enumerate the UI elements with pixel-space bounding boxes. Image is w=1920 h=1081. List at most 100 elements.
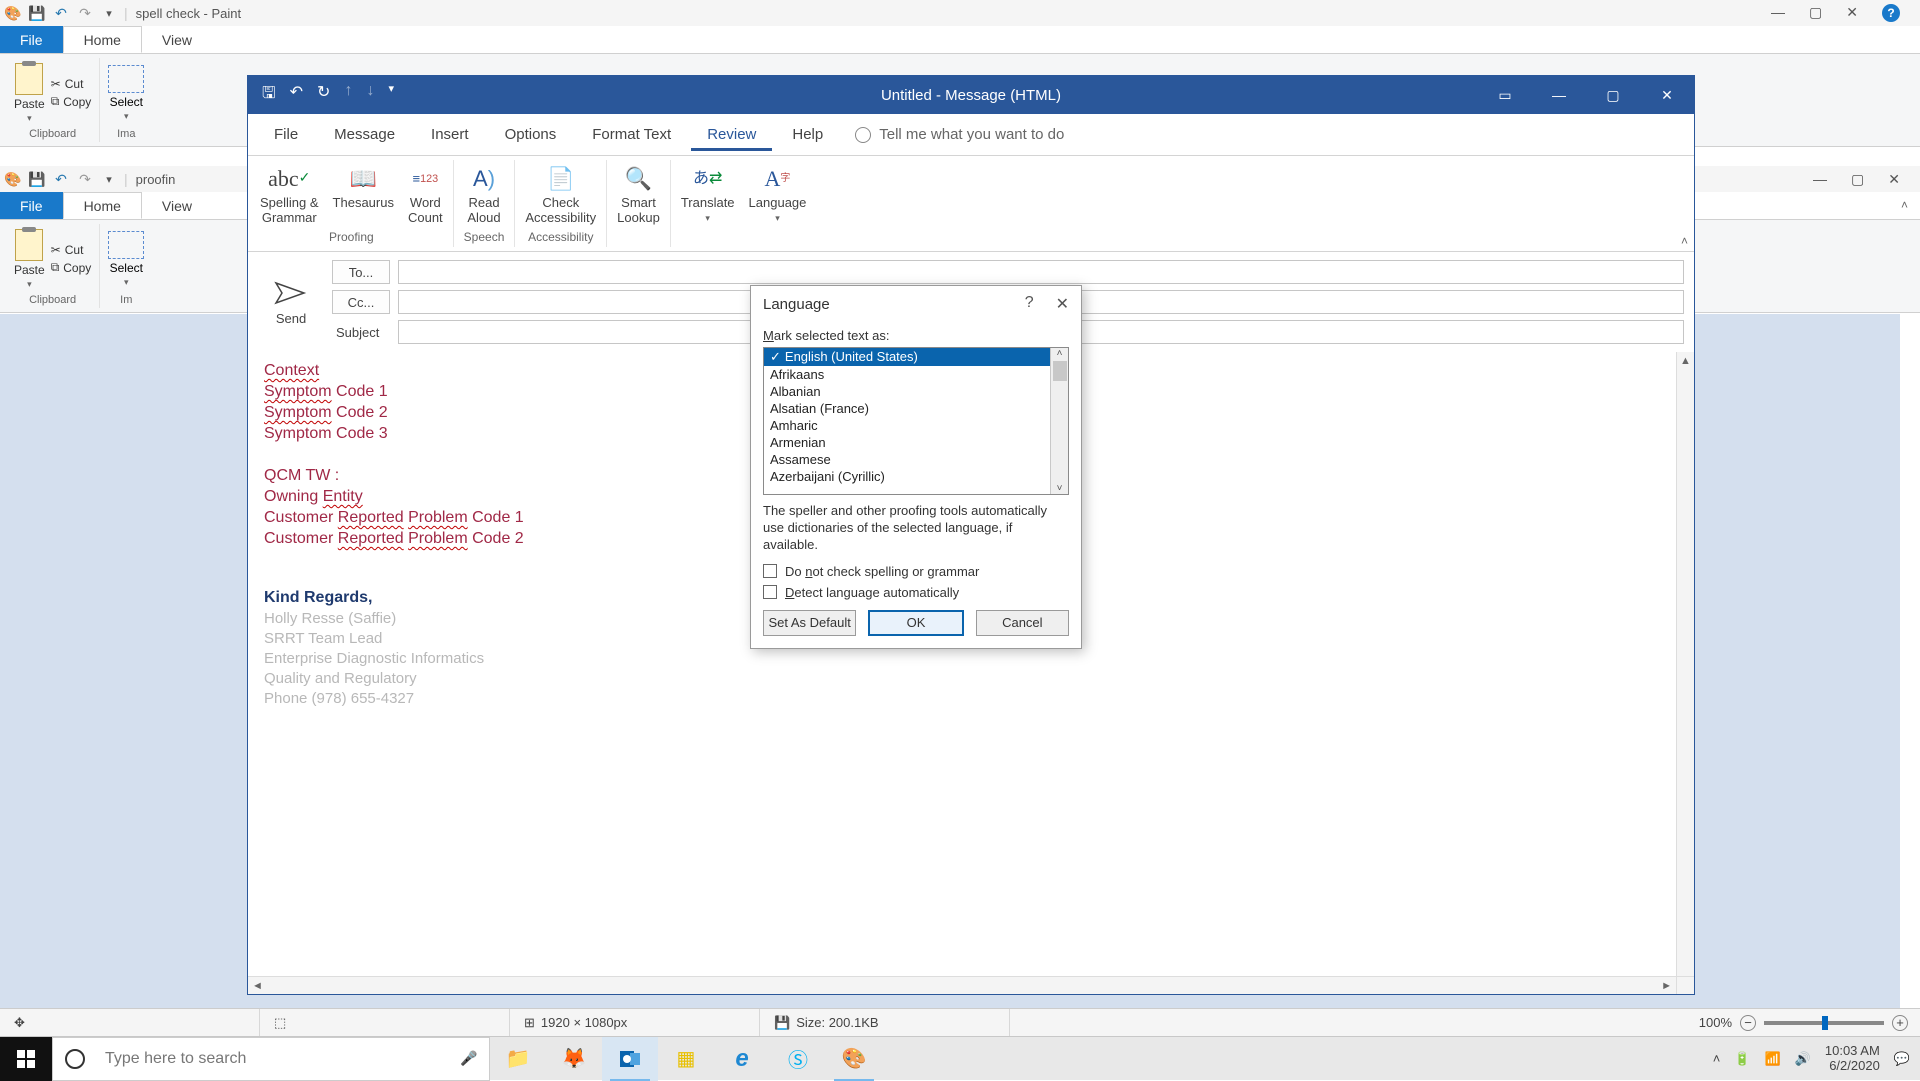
ok-button[interactable]: OK: [868, 610, 963, 636]
spelling-grammar-button[interactable]: abc✓ Spelling & Grammar: [260, 164, 319, 226]
ribbon-collapse-icon[interactable]: ˄: [1889, 192, 1920, 219]
language-item[interactable]: Afrikaans: [764, 366, 1050, 383]
taskbar-search[interactable]: Type here to search 🎤: [52, 1037, 490, 1081]
to-button[interactable]: To...: [332, 260, 390, 284]
outlook-icon[interactable]: [602, 1037, 658, 1081]
tab-message[interactable]: Message: [318, 118, 411, 151]
cut-button[interactable]: ✂Cut: [51, 77, 92, 91]
scroll-right-icon[interactable]: ►: [1661, 980, 1672, 992]
zoom-out-icon[interactable]: −: [1740, 1015, 1756, 1031]
zoom-control[interactable]: 100% − +: [1699, 1015, 1920, 1031]
paint-tab-home[interactable]: Home: [63, 26, 142, 53]
translate-button[interactable]: あ⇄ Translate ▾: [681, 164, 735, 223]
qat-dropdown-icon[interactable]: ▾: [100, 170, 118, 188]
redo-icon[interactable]: ↷: [76, 4, 94, 22]
qat-dropdown-icon[interactable]: ▾: [100, 4, 118, 22]
redo-icon[interactable]: ↷: [76, 170, 94, 188]
select-button[interactable]: Select ▾: [108, 65, 144, 122]
language-item[interactable]: Amharic: [764, 417, 1050, 434]
qat-customize-icon[interactable]: ▾: [388, 82, 394, 109]
sticky-notes-icon[interactable]: ▦: [658, 1037, 714, 1081]
paint-tab-file[interactable]: File: [0, 26, 63, 53]
paste-button[interactable]: Paste ▾: [14, 63, 45, 124]
language-item[interactable]: Assamese: [764, 451, 1050, 468]
paint2-tab-file[interactable]: File: [0, 192, 63, 219]
language-item[interactable]: Azerbaijani (Cyrillic): [764, 468, 1050, 485]
word-count-button[interactable]: ≡123 Word Count: [408, 164, 443, 226]
smart-lookup-button[interactable]: 🔍 Smart Lookup: [617, 164, 660, 226]
volume-icon[interactable]: 🔊: [1795, 1051, 1811, 1067]
paint-icon[interactable]: 🎨: [826, 1037, 882, 1081]
outlook-hscrollbar[interactable]: ◄ ►: [248, 976, 1676, 994]
language-button[interactable]: A字 Language ▾: [749, 164, 807, 223]
cancel-button[interactable]: Cancel: [976, 610, 1069, 636]
scroll-left-icon[interactable]: ◄: [252, 980, 263, 992]
undo-icon[interactable]: ↶: [52, 170, 70, 188]
tab-file[interactable]: File: [258, 118, 314, 151]
read-aloud-button[interactable]: A) Read Aloud: [467, 164, 501, 226]
thesaurus-button[interactable]: 📖 Thesaurus: [333, 164, 394, 211]
zoom-in-icon[interactable]: +: [1892, 1015, 1908, 1031]
battery-icon[interactable]: 🔋: [1734, 1051, 1750, 1067]
paint2-tab-home[interactable]: Home: [63, 192, 142, 219]
microphone-icon[interactable]: 🎤: [449, 1050, 489, 1067]
help-icon[interactable]: ?: [1882, 4, 1900, 22]
save-icon[interactable]: 🖫: [262, 82, 276, 109]
ribbon-options-icon[interactable]: ▭: [1478, 76, 1532, 114]
maximize-icon[interactable]: ▢: [1851, 171, 1864, 188]
paste-button[interactable]: Paste ▾: [14, 229, 45, 290]
tell-me-search[interactable]: Tell me what you want to do: [855, 126, 1064, 143]
tab-format-text[interactable]: Format Text: [576, 118, 687, 151]
maximize-icon[interactable]: ▢: [1809, 4, 1822, 22]
close-icon[interactable]: ✕: [1888, 171, 1900, 188]
wifi-icon[interactable]: 📶: [1765, 1051, 1781, 1067]
copy-button[interactable]: ⧉Copy: [51, 260, 92, 275]
scroll-up-icon[interactable]: ▲: [1677, 352, 1694, 370]
maximize-icon[interactable]: ▢: [1586, 76, 1640, 114]
language-item[interactable]: Alsatian (France): [764, 400, 1050, 417]
up-arrow-icon[interactable]: ↑: [344, 82, 352, 109]
save-icon[interactable]: 💾: [28, 170, 46, 188]
minimize-icon[interactable]: —: [1771, 4, 1785, 22]
language-item[interactable]: Albanian: [764, 383, 1050, 400]
cc-button[interactable]: Cc...: [332, 290, 390, 314]
body-vscrollbar[interactable]: ▲: [1676, 352, 1694, 976]
undo-icon[interactable]: ↶: [52, 4, 70, 22]
detect-language-checkbox[interactable]: Detect language automatically: [763, 585, 1069, 600]
redo-icon[interactable]: ↻: [317, 82, 330, 109]
minimize-icon[interactable]: —: [1532, 76, 1586, 114]
tab-options[interactable]: Options: [489, 118, 573, 151]
cut-button[interactable]: ✂Cut: [51, 243, 92, 257]
language-dialog-titlebar[interactable]: Language ? ✕: [751, 286, 1081, 322]
set-default-button[interactable]: Set As Default: [763, 610, 856, 636]
language-listbox[interactable]: ✓English (United States) Afrikaans Alban…: [763, 347, 1069, 495]
tab-review[interactable]: Review: [691, 118, 772, 151]
notifications-icon[interactable]: 💬: [1894, 1051, 1910, 1067]
send-button[interactable]: Send: [258, 260, 324, 344]
paint2-tab-view[interactable]: View: [142, 192, 212, 219]
close-icon[interactable]: ✕: [1846, 4, 1858, 22]
taskbar-clock[interactable]: 10:03 AM 6/2/2020: [1825, 1044, 1880, 1074]
skype-icon[interactable]: Ⓢ: [770, 1037, 826, 1081]
tab-insert[interactable]: Insert: [415, 118, 485, 151]
undo-icon[interactable]: ↶: [290, 82, 303, 109]
to-field[interactable]: [398, 260, 1684, 284]
select-button[interactable]: Select ▾: [108, 231, 144, 288]
paint-tab-view[interactable]: View: [142, 26, 212, 53]
language-item[interactable]: Armenian: [764, 434, 1050, 451]
help-icon[interactable]: ?: [1025, 294, 1034, 314]
close-icon[interactable]: ✕: [1056, 294, 1069, 314]
zoom-slider[interactable]: [1764, 1021, 1884, 1025]
internet-explorer-icon[interactable]: e: [714, 1037, 770, 1081]
cortana-icon[interactable]: [53, 1049, 97, 1069]
check-accessibility-button[interactable]: 📄 Check Accessibility: [525, 164, 596, 226]
language-item-selected[interactable]: ✓English (United States): [764, 348, 1050, 366]
ribbon-collapse-icon[interactable]: ˄: [1681, 234, 1688, 248]
firefox-icon[interactable]: 🦊: [546, 1037, 602, 1081]
save-icon[interactable]: 💾: [28, 4, 46, 22]
copy-button[interactable]: ⧉Copy: [51, 94, 92, 109]
down-arrow-icon[interactable]: ↓: [366, 82, 374, 109]
file-explorer-icon[interactable]: 📁: [490, 1037, 546, 1081]
language-list-scrollbar[interactable]: ˄ ˅: [1050, 348, 1068, 494]
tab-help[interactable]: Help: [776, 118, 839, 151]
